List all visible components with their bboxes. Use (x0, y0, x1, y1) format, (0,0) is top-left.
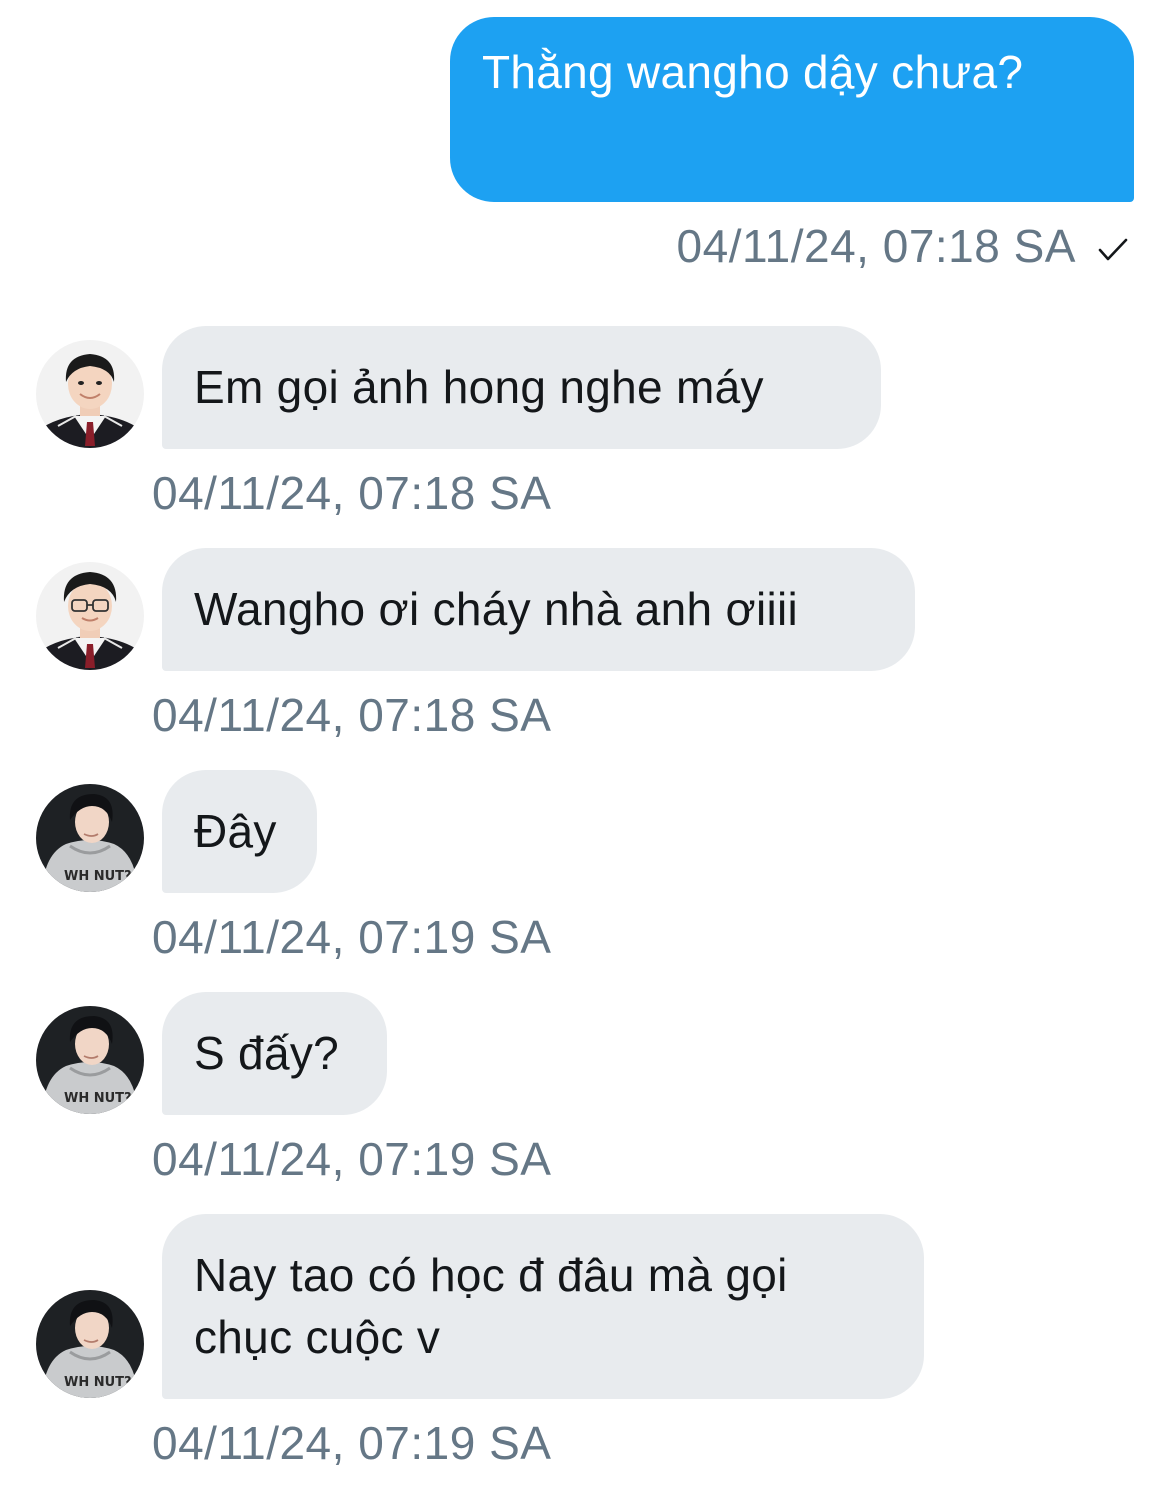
received-message-bubble[interactable]: Wangho ơi cháy nhà anh ơiiii (162, 548, 915, 671)
message-timestamp: 04/11/24, 07:19 SA (152, 1133, 552, 1185)
sent-message-bubble[interactable]: Thằng wangho dậy chưa? (450, 17, 1134, 202)
message-timestamp: 04/11/24, 07:18 SA (152, 689, 552, 741)
message-timestamp: 04/11/24, 07:19 SA (152, 911, 552, 963)
message-text: Đây (194, 805, 277, 857)
checkmark-icon (1098, 238, 1128, 261)
avatar-boy-hoodie-icon[interactable]: WH NUT?! (36, 1006, 144, 1114)
message-timestamp: 04/11/24, 07:18 SA (676, 220, 1076, 272)
message-text: Thằng wangho dậy chưa? (482, 46, 1024, 98)
message-timestamp: 04/11/24, 07:18 SA (152, 467, 552, 519)
message-text: Wangho ơi cháy nhà anh ơiiii (194, 583, 799, 635)
avatar-boy-hoodie-icon[interactable]: WH NUT?! (36, 784, 144, 892)
message-text: Nay tao có học đ đâu mà gọi chục cuộc v (194, 1249, 788, 1363)
avatar-boy-glasses-uniform-icon[interactable] (36, 562, 144, 670)
received-message-bubble[interactable]: Đây (162, 770, 317, 893)
avatar-boy-hoodie-icon[interactable]: WH NUT?! (36, 1290, 144, 1398)
received-message-bubble[interactable]: Em gọi ảnh hong nghe máy (162, 326, 881, 449)
svg-text:WH NUT?!: WH NUT?! (64, 1091, 138, 1106)
received-message-bubble[interactable]: S đấy? (162, 992, 387, 1115)
message-text: S đấy? (194, 1027, 340, 1079)
message-timestamp: 04/11/24, 07:19 SA (152, 1417, 552, 1469)
message-text: Em gọi ảnh hong nghe máy (194, 361, 764, 413)
svg-text:WH NUT?!: WH NUT?! (64, 1375, 138, 1390)
svg-text:WH NUT?!: WH NUT?! (64, 869, 138, 884)
avatar-boy-uniform-icon[interactable] (36, 340, 144, 448)
received-message-bubble[interactable]: Nay tao có học đ đâu mà gọi chục cuộc v (162, 1214, 924, 1399)
